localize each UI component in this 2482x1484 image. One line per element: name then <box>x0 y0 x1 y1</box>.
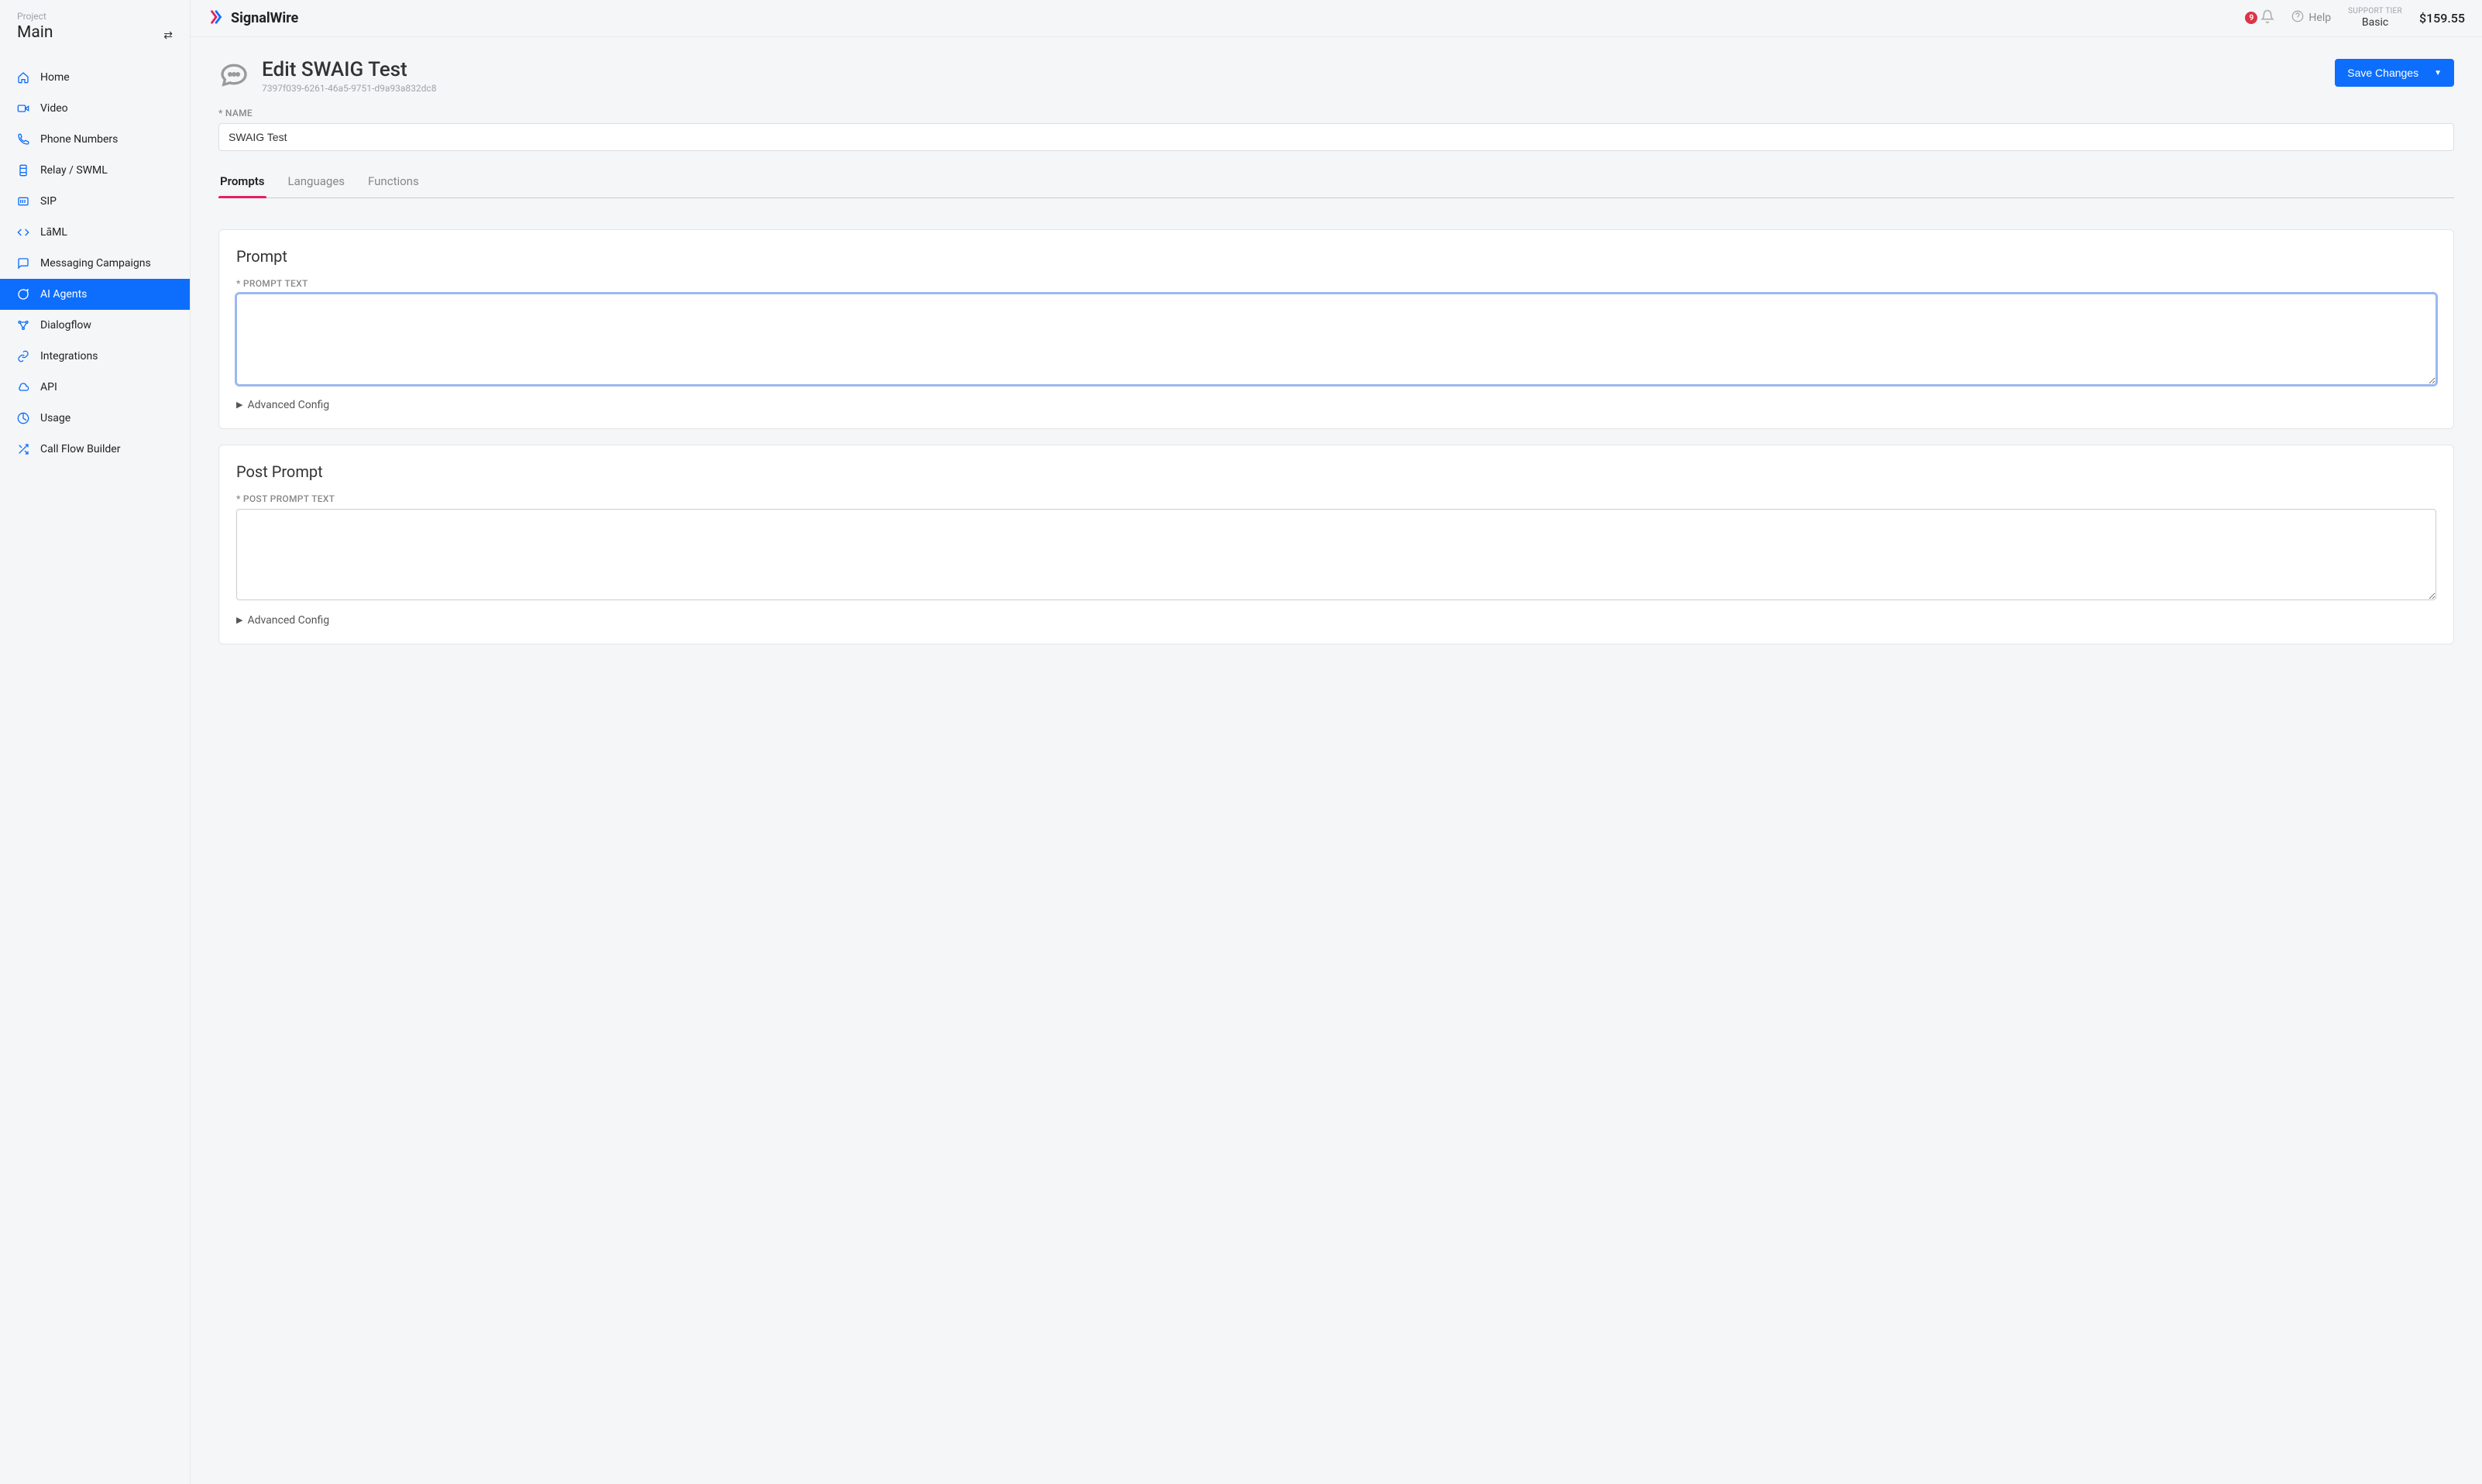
sidebar-item-label: Usage <box>40 412 70 424</box>
sidebar-item-label: Relay / SWML <box>40 164 108 177</box>
help-link[interactable]: Help <box>2291 10 2331 26</box>
post-prompt-advanced-config-toggle[interactable]: ▶ Advanced Config <box>236 614 2436 627</box>
sidebar-item-phone-numbers[interactable]: Phone Numbers <box>0 124 190 155</box>
name-input[interactable] <box>218 123 2454 151</box>
tab-languages[interactable]: Languages <box>287 168 347 198</box>
tab-functions[interactable]: Functions <box>366 168 421 198</box>
tier-label: SUPPORT TIER <box>2348 7 2402 16</box>
link-icon <box>17 350 29 362</box>
sidebar-item-api[interactable]: API <box>0 372 190 403</box>
notifications[interactable]: 9 <box>2245 9 2274 26</box>
sidebar-item-label: Integrations <box>40 350 98 362</box>
advanced-config-label: Advanced Config <box>247 614 329 627</box>
video-icon <box>17 102 29 115</box>
sidebar-item-label: Video <box>40 102 68 115</box>
sidebar-item-sip[interactable]: SIP <box>0 186 190 217</box>
sidebar-item-label: Dialogflow <box>40 319 91 331</box>
page-title: Edit SWAIG Test <box>262 59 436 81</box>
sip-icon <box>17 195 29 208</box>
prompt-text-input[interactable] <box>236 294 2436 385</box>
caret-down-icon: ▼ <box>2434 69 2442 77</box>
chat-icon <box>17 288 29 301</box>
sidebar-item-label: Call Flow Builder <box>40 443 120 455</box>
sidebar-item-label: AI Agents <box>40 288 87 301</box>
tab-label: Functions <box>368 174 419 188</box>
sidebar-item-label: SIP <box>40 195 57 208</box>
usage-icon <box>17 412 29 424</box>
project-label: Project <box>17 11 53 22</box>
page-header: Edit SWAIG Test 7397f039-6261-46a5-9751-… <box>218 59 2454 94</box>
sidebar-item-usage[interactable]: Usage <box>0 403 190 434</box>
sidebar-item-integrations[interactable]: Integrations <box>0 341 190 372</box>
sidebar-item-label: LāML <box>40 226 67 239</box>
prompt-card-title: Prompt <box>236 247 2436 266</box>
relay-icon <box>17 164 29 177</box>
sidebar-item-label: Phone Numbers <box>40 133 118 146</box>
sidebar-item-label: Messaging Campaigns <box>40 257 151 270</box>
tier-value: Basic <box>2348 16 2402 29</box>
sidebar-item-video[interactable]: Video <box>0 93 190 124</box>
tabs: Prompts Languages Functions <box>218 168 2454 198</box>
brand[interactable]: SignalWire <box>208 9 298 29</box>
prompt-card: Prompt * PROMPT TEXT ▶ Advanced Config <box>218 229 2454 429</box>
dialogflow-icon <box>17 319 29 331</box>
post-prompt-text-label: * POST PROMPT TEXT <box>236 493 2436 504</box>
post-prompt-card-title: Post Prompt <box>236 462 2436 481</box>
sidebar-item-relay[interactable]: Relay / SWML <box>0 155 190 186</box>
notification-count-badge: 9 <box>2245 12 2257 24</box>
save-button-label: Save Changes <box>2347 67 2418 79</box>
advanced-config-label: Advanced Config <box>247 399 329 411</box>
brand-logo-icon <box>208 9 225 29</box>
prompt-text-label: * PROMPT TEXT <box>236 278 2436 289</box>
post-prompt-card: Post Prompt * POST PROMPT TEXT ▶ Advance… <box>218 445 2454 644</box>
speech-bubble-icon <box>218 59 249 93</box>
sidebar-item-home[interactable]: Home <box>0 62 190 93</box>
swap-icon[interactable]: ⇄ <box>163 29 173 42</box>
home-icon <box>17 71 29 84</box>
code-icon <box>17 226 29 239</box>
sidebar-nav: Home Video Phone Numbers Relay / SWML SI… <box>0 62 190 465</box>
sidebar-item-label: API <box>40 381 57 393</box>
project-selector[interactable]: Project Main ⇄ <box>0 0 190 46</box>
prompt-advanced-config-toggle[interactable]: ▶ Advanced Config <box>236 399 2436 411</box>
page-id: 7397f039-6261-46a5-9751-d9a93a832dc8 <box>262 83 436 94</box>
phone-icon <box>17 133 29 146</box>
save-changes-button[interactable]: Save Changes ▼ <box>2335 59 2454 87</box>
flow-icon <box>17 443 29 455</box>
tab-label: Prompts <box>220 174 265 188</box>
brand-name: SignalWire <box>231 10 298 26</box>
sidebar-item-laml[interactable]: LāML <box>0 217 190 248</box>
bell-icon <box>2260 9 2274 26</box>
sidebar: Project Main ⇄ Home Video Phone Numbers … <box>0 0 191 1484</box>
project-name: Main <box>17 23 53 42</box>
sidebar-item-call-flow[interactable]: Call Flow Builder <box>0 434 190 465</box>
topbar: SignalWire 9 Help SUPPORT TIER Basic $15… <box>191 0 2482 37</box>
sidebar-item-label: Home <box>40 71 70 84</box>
post-prompt-text-input[interactable] <box>236 509 2436 600</box>
sidebar-item-dialogflow[interactable]: Dialogflow <box>0 310 190 341</box>
sidebar-item-messaging[interactable]: Messaging Campaigns <box>0 248 190 279</box>
sidebar-item-ai-agents[interactable]: AI Agents <box>0 279 190 310</box>
triangle-right-icon: ▶ <box>236 615 242 625</box>
cloud-icon <box>17 381 29 393</box>
tab-prompts[interactable]: Prompts <box>218 168 266 198</box>
help-label: Help <box>2308 12 2331 24</box>
help-icon <box>2291 10 2304 26</box>
name-field-label: * NAME <box>218 108 2454 119</box>
support-tier[interactable]: SUPPORT TIER Basic <box>2348 7 2402 29</box>
tab-label: Languages <box>288 174 345 188</box>
account-balance[interactable]: $159.55 <box>2419 11 2465 26</box>
triangle-right-icon: ▶ <box>236 400 242 410</box>
message-icon <box>17 257 29 270</box>
